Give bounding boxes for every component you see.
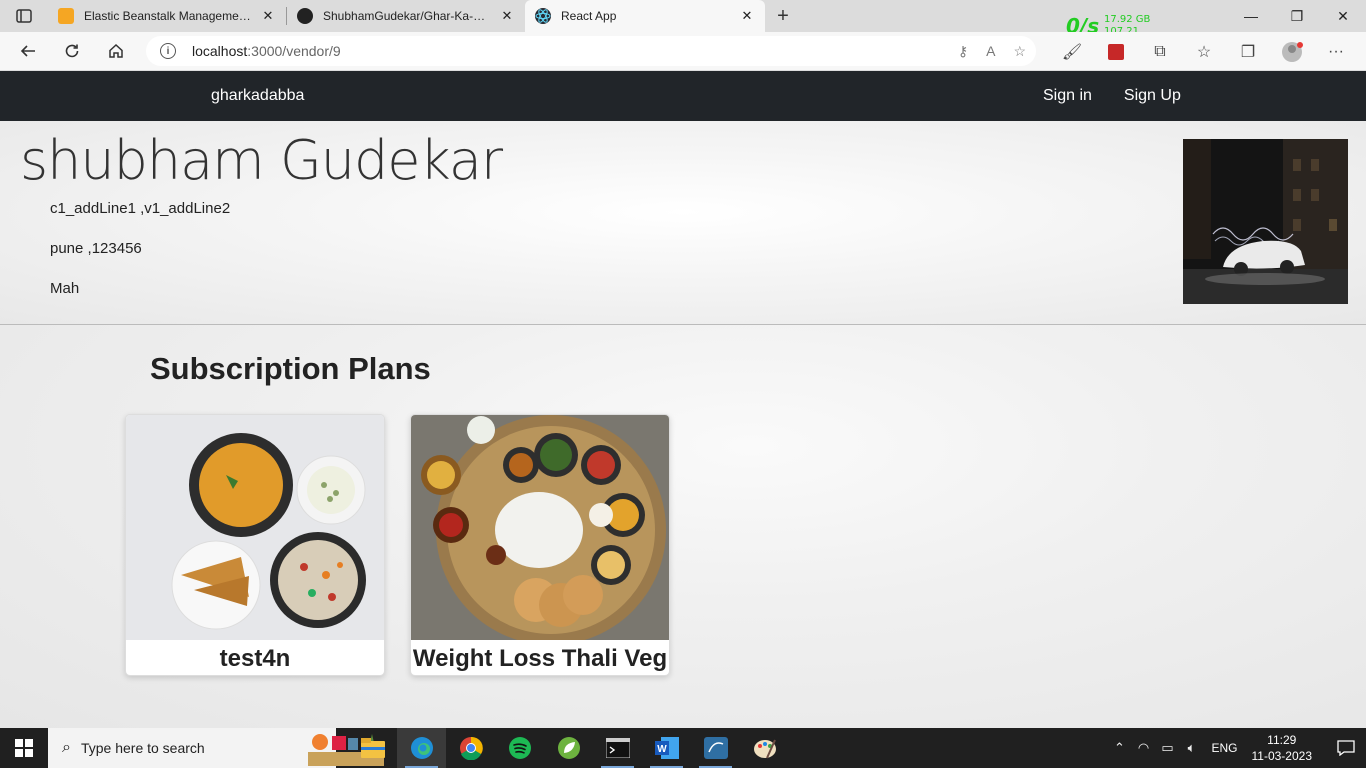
- sign-up-link[interactable]: Sign Up: [1124, 87, 1181, 105]
- edge-icon: [410, 737, 433, 759]
- more-menu-icon[interactable]: ···: [1314, 43, 1358, 61]
- extension-paint-icon[interactable]: 🖌: [1050, 42, 1094, 62]
- react-favicon-icon: [535, 8, 551, 24]
- home-button[interactable]: [94, 33, 138, 69]
- taskbar-apps: W: [348, 728, 789, 768]
- read-aloud-icon[interactable]: A: [986, 43, 995, 59]
- refresh-icon: [65, 44, 79, 58]
- app-navbar: gharkadabba Sign in Sign Up: [0, 71, 1366, 121]
- wifi-icon[interactable]: ◠: [1131, 740, 1155, 756]
- file-explorer-app[interactable]: [348, 728, 397, 768]
- spotify-app[interactable]: [495, 728, 544, 768]
- vendor-header: shubham Gudekar c1_addLine1 ,v1_addLine2…: [0, 121, 1366, 325]
- paint-palette-icon: [753, 739, 776, 759]
- clock-time: 11:29: [1267, 733, 1297, 747]
- window-controls: — ❐ ✕: [1228, 0, 1366, 32]
- extension-icons: 🖌 ⧉ ☆ ❐ ···: [1050, 32, 1358, 71]
- tab-actions-button[interactable]: [0, 0, 48, 32]
- plan-name: test4n: [219, 644, 291, 672]
- vendor-address-line: c1_addLine1 ,v1_addLine2: [50, 200, 231, 217]
- word-icon: W: [654, 737, 679, 759]
- close-tab-icon[interactable]: ✕: [739, 8, 755, 24]
- address-bar[interactable]: i localhost:3000/vendor/9 ⚷ A ☆: [146, 36, 1036, 66]
- address-bar-actions: ⚷ A ☆: [958, 36, 1026, 66]
- word-app[interactable]: W: [642, 728, 691, 768]
- plans-heading: Subscription Plans: [150, 351, 431, 386]
- chevron-up-icon[interactable]: ⌃: [1107, 740, 1131, 756]
- terminal-icon: [605, 738, 630, 758]
- close-tab-icon[interactable]: ✕: [260, 8, 276, 24]
- close-tab-icon[interactable]: ✕: [499, 8, 515, 24]
- clock-date: 11-03-2023: [1251, 749, 1313, 763]
- browser-tab-elastic-beanstalk[interactable]: Elastic Beanstalk Management Co ✕: [48, 0, 286, 32]
- browser-tab-github[interactable]: ShubhamGudekar/Ghar-Ka-Dabba ✕: [287, 0, 525, 32]
- spring-tools-app[interactable]: [544, 728, 593, 768]
- system-tray: ⌃ ◠ ▭ 🔈︎ ENG 11:29 11-03-2023: [1107, 728, 1366, 768]
- aws-favicon-icon: [58, 8, 74, 24]
- site-info-icon[interactable]: i: [160, 43, 176, 59]
- back-button[interactable]: [6, 33, 50, 69]
- svg-text:W: W: [657, 744, 667, 755]
- github-favicon-icon: [297, 8, 313, 24]
- edge-app[interactable]: [397, 728, 446, 768]
- vendor-name: shubham Gudekar: [20, 129, 503, 192]
- minimize-button[interactable]: —: [1228, 0, 1274, 32]
- close-window-button[interactable]: ✕: [1320, 0, 1366, 32]
- paint-app[interactable]: [740, 728, 789, 768]
- mysql-workbench-icon: [703, 737, 728, 759]
- sign-in-link[interactable]: Sign in: [1043, 87, 1092, 105]
- vendor-city-pin: pune ,123456: [50, 240, 142, 257]
- tab-actions-icon: [16, 9, 32, 23]
- search-icon: ⌕: [62, 739, 71, 756]
- chrome-icon: [459, 736, 483, 760]
- plan-image: [126, 415, 384, 640]
- notification-icon: [1337, 740, 1355, 756]
- browser-tab-strip: Elastic Beanstalk Management Co ✕ Shubha…: [0, 0, 1366, 38]
- plan-name: Weight Loss Thali Veg: [412, 644, 668, 672]
- notifications-button[interactable]: [1326, 728, 1366, 768]
- browser-tab-react-app[interactable]: React App ✕: [525, 0, 765, 32]
- plan-card[interactable]: Weight Loss Thali Veg: [410, 414, 670, 676]
- brand-link[interactable]: gharkadabba: [211, 87, 304, 105]
- plan-card[interactable]: test4n: [125, 414, 385, 676]
- chrome-app[interactable]: [446, 728, 495, 768]
- restore-button[interactable]: ❐: [1274, 0, 1320, 32]
- start-button[interactable]: [0, 728, 48, 768]
- plans-section: Subscription Plans test4n Weight Loss Th…: [0, 325, 1366, 728]
- volume-icon[interactable]: 🔈︎: [1179, 740, 1203, 756]
- windows-taskbar: ⌕ Type here to search W ⌃ ◠ ▭ 🔈︎ ENG 11:…: [0, 728, 1366, 768]
- profile-avatar-icon[interactable]: [1270, 41, 1314, 63]
- battery-icon[interactable]: ▭: [1155, 740, 1179, 756]
- home-icon: [109, 43, 123, 58]
- vendor-image: [1183, 139, 1348, 304]
- vendor-state: Mah: [50, 280, 80, 297]
- spotify-icon: [508, 737, 531, 759]
- search-placeholder: Type here to search: [80, 740, 205, 756]
- spring-leaf-icon: [557, 737, 580, 759]
- back-arrow-icon: [20, 45, 35, 57]
- new-tab-button[interactable]: +: [765, 5, 801, 28]
- key-icon[interactable]: ⚷: [958, 43, 968, 60]
- plan-image: [411, 415, 669, 640]
- taskbar-search-box[interactable]: ⌕ Type here to search: [48, 728, 384, 768]
- windows-logo-icon: [15, 739, 33, 757]
- favorites-icon[interactable]: ☆: [1182, 42, 1226, 62]
- extension-red-icon[interactable]: [1094, 43, 1138, 60]
- refresh-button[interactable]: [50, 33, 94, 69]
- browser-toolbar: i localhost:3000/vendor/9 ⚷ A ☆ 🖌 ⧉ ☆ ❐ …: [0, 32, 1366, 71]
- extensions-puzzle-icon[interactable]: ⧉: [1138, 43, 1182, 61]
- clock[interactable]: 11:29 11-03-2023: [1252, 732, 1313, 764]
- collections-icon[interactable]: ❐: [1226, 42, 1270, 62]
- mysql-workbench-app[interactable]: [691, 728, 740, 768]
- language-indicator[interactable]: ENG: [1211, 741, 1237, 755]
- add-favorite-icon[interactable]: ☆: [1013, 43, 1026, 60]
- folder-icon: [360, 738, 385, 758]
- nav-links: Sign in Sign Up: [1043, 87, 1181, 105]
- terminal-app[interactable]: [593, 728, 642, 768]
